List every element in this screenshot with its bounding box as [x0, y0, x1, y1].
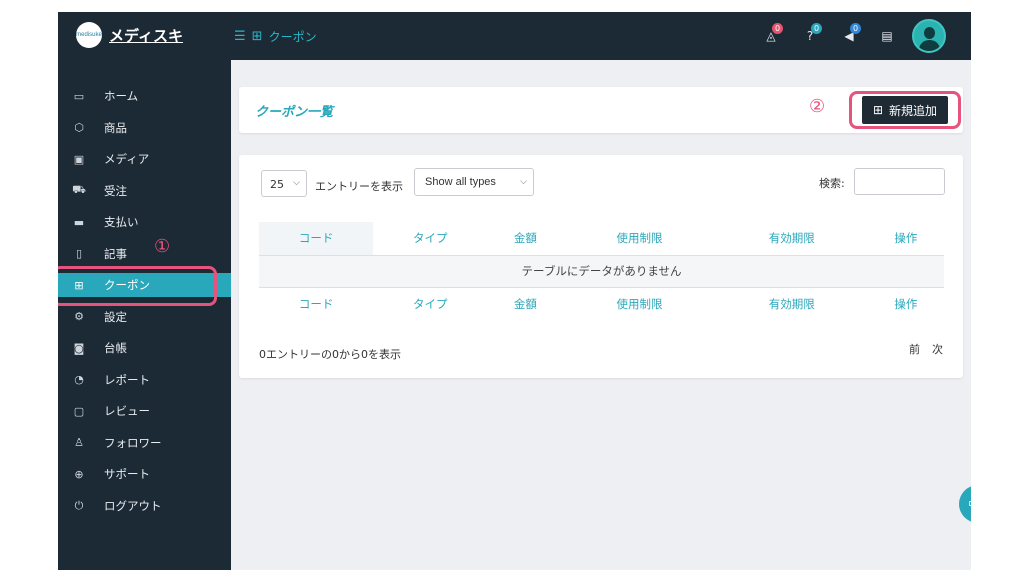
- next-page-link[interactable]: 次: [932, 341, 943, 357]
- table-header-row: コード タイプ 金額 使用制限 有効期限 操作: [259, 222, 944, 255]
- column-header[interactable]: 金額: [487, 222, 563, 255]
- sidebar-item-label: 受注: [104, 183, 127, 198]
- help-badge: 0: [811, 23, 822, 34]
- sidebar-item-label: 台帳: [104, 341, 127, 355]
- column-header[interactable]: 金額: [487, 287, 563, 320]
- cube-icon: ⬡: [74, 121, 84, 134]
- avatar[interactable]: [912, 19, 946, 53]
- sidebar-item[interactable]: ◔ レポート: [58, 368, 231, 392]
- chat-icon: ▭: [968, 496, 971, 511]
- column-header[interactable]: 使用制限: [563, 287, 715, 320]
- menu-toggle-icon[interactable]: ☰: [234, 30, 246, 43]
- column-header[interactable]: 有効期限: [716, 287, 868, 320]
- notification-badge: 0: [772, 23, 783, 34]
- breadcrumb: ☰ ⊞ クーポン: [234, 28, 317, 45]
- annotation-marker-1: ①: [154, 236, 171, 257]
- sidebar-item[interactable]: ⏻ ログアウト: [58, 494, 231, 518]
- document-icon: ▯: [75, 247, 83, 260]
- avatar-body: [919, 40, 940, 51]
- annotation-marker-2: ②: [809, 96, 826, 117]
- sidebar-item-label: ログアウト: [104, 498, 162, 513]
- column-header[interactable]: コード: [259, 287, 373, 320]
- chart-pie-icon: ◔: [74, 373, 84, 386]
- breadcrumb-label: クーポン: [268, 30, 317, 44]
- comment-icon: ▢: [73, 404, 85, 418]
- table-row: テーブルにデータがありません: [259, 254, 944, 288]
- book-icon[interactable]: ▤: [880, 29, 894, 43]
- sidebar-item[interactable]: ▯ 記事: [58, 242, 231, 266]
- avatar-head: [924, 27, 935, 39]
- sidebar-item[interactable]: ⚙ 設定: [58, 305, 231, 329]
- cart-icon: ⛟: [72, 183, 86, 196]
- app-window: medisuke メディスキ ☰ ⊞ クーポン ◬ 0 ? 0 ◀ 0 ▤ ▭ ホ…: [58, 12, 971, 570]
- megaphone-icon[interactable]: ◀ 0: [842, 23, 861, 43]
- column-header[interactable]: 有効期限: [716, 222, 868, 255]
- power-icon: ⏻: [74, 498, 84, 512]
- page-length-select[interactable]: 25 ⌵: [261, 170, 307, 197]
- sidebar-item[interactable]: ♙ フォロワー: [58, 431, 231, 455]
- sidebar-item[interactable]: ▬ 支払い: [58, 210, 231, 234]
- money-icon: ◙: [73, 341, 85, 355]
- sidebar-item-label: ホーム: [104, 89, 139, 103]
- logo[interactable]: medisuke: [76, 22, 102, 48]
- page-length-label: エントリーを表示: [315, 180, 403, 193]
- search-input[interactable]: [854, 168, 945, 195]
- bell-icon[interactable]: ◬ 0: [764, 23, 783, 43]
- shirt-icon: ♙: [74, 436, 84, 449]
- chevron-down-icon: ⌵: [520, 176, 527, 186]
- column-header[interactable]: タイプ: [373, 222, 487, 255]
- top-bar: medisuke メディスキ ☰ ⊞ クーポン ◬ 0 ? 0 ◀ 0 ▤: [58, 12, 971, 60]
- gift-icon: ⊞: [251, 29, 263, 44]
- sidebar-item-label: レポート: [104, 372, 150, 387]
- highlight-box-2: [849, 91, 961, 129]
- highlight-box-1: [58, 266, 217, 306]
- sidebar: ▭ ホーム ⬡ 商品 ▣ メディア ⛟ 受注 ▬ 支払い ▯ 記事 ⊞ クーポン ⚙ 設定 ◙ 台帳 ◔ レポート ▢ レ…: [58, 60, 231, 570]
- page-title: クーポン一覧: [255, 105, 334, 120]
- type-filter-select[interactable]: Show all types ⌵: [414, 168, 534, 196]
- sidebar-item[interactable]: ◙ 台帳: [58, 336, 231, 360]
- card-icon: ▬: [73, 215, 85, 229]
- table-footer-row: コード タイプ 金額 使用制限 有効期限 操作: [259, 287, 944, 320]
- type-filter-value: Show all types: [425, 176, 496, 188]
- column-header[interactable]: 使用制限: [563, 222, 715, 255]
- sidebar-item-label: レビュー: [104, 404, 150, 418]
- column-header[interactable]: コード: [259, 222, 374, 255]
- coupon-table-panel: 25 ⌵ エントリーを表示 Show all types ⌵ 検索: コード タイ…: [239, 155, 963, 378]
- sidebar-item-label: メディア: [104, 152, 150, 166]
- sidebar-item[interactable]: ⊕ サポート: [58, 462, 231, 486]
- column-header[interactable]: タイプ: [373, 287, 487, 320]
- empty-message: テーブルにデータがありません: [259, 254, 944, 288]
- sidebar-item-label: 支払い: [104, 215, 139, 229]
- brand-name[interactable]: メディスキ: [109, 25, 183, 46]
- lifebuoy-icon: ⊕: [74, 467, 84, 481]
- gears-icon: ⚙: [74, 310, 84, 323]
- logo-text: medisuke: [76, 32, 102, 38]
- chevron-down-icon: ⌵: [293, 178, 300, 188]
- sidebar-item-label: フォロワー: [104, 435, 162, 450]
- table-info: 0エントリーの0から0を表示: [259, 348, 401, 361]
- sidebar-item[interactable]: ⬡ 商品: [58, 116, 231, 140]
- image-icon: ▣: [73, 152, 85, 166]
- sidebar-item-label: 設定: [104, 309, 127, 324]
- sidebar-item-label: サポート: [104, 467, 150, 481]
- monitor-icon: ▭: [73, 89, 85, 103]
- prev-page-link[interactable]: 前: [909, 341, 920, 357]
- column-header[interactable]: 操作: [868, 222, 944, 255]
- page-header-panel: クーポン一覧 ② ⊞ 新規追加: [239, 87, 963, 133]
- column-header[interactable]: 操作: [868, 287, 944, 320]
- sidebar-item[interactable]: ▣ メディア: [58, 147, 231, 171]
- sidebar-item[interactable]: ▢ レビュー: [58, 399, 231, 423]
- sidebar-item-label: 商品: [104, 120, 127, 135]
- sidebar-item[interactable]: ⛟ 受注: [58, 179, 231, 203]
- floating-action-button[interactable]: ▭: [959, 485, 971, 523]
- question-icon[interactable]: ? 0: [803, 23, 822, 43]
- sidebar-item[interactable]: ▭ ホーム: [58, 84, 231, 108]
- sidebar-item-label: 記事: [104, 246, 127, 261]
- coupon-table: コード タイプ 金額 使用制限 有効期限 操作 テーブルにデータがありません コード タイプ…: [259, 222, 944, 320]
- pagination: 前 次: [909, 341, 943, 357]
- page-length-value: 25: [270, 178, 284, 191]
- announcement-badge: 0: [850, 23, 861, 34]
- search-label: 検索:: [819, 177, 845, 190]
